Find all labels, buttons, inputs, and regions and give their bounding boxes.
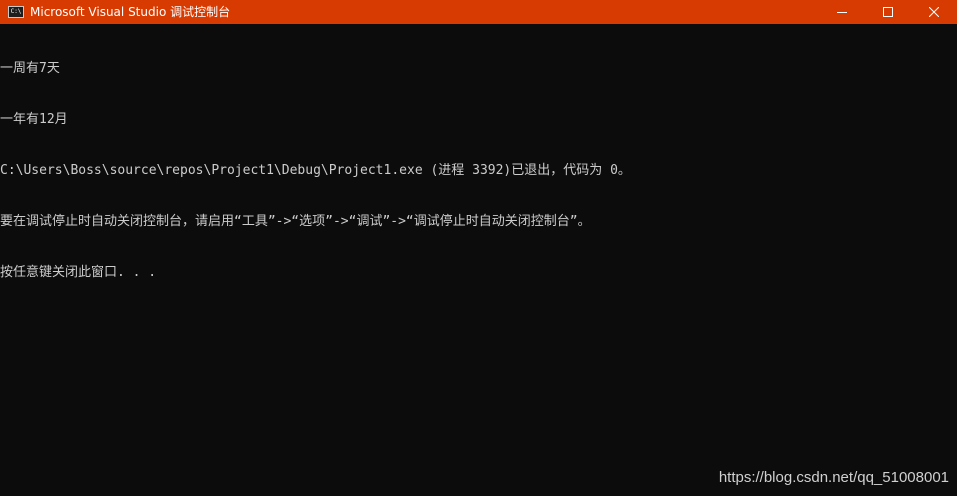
console-line: 按任意键关闭此窗口. . . — [0, 265, 157, 280]
console-output[interactable]: 一周有7天 一年有12月 C:\Users\Boss\source\repos\… — [0, 26, 957, 315]
close-button[interactable] — [911, 0, 957, 24]
console-window: C:\ Microsoft Visual Studio 调试控制台 一周有7天 … — [0, 0, 957, 496]
console-icon: C:\ — [8, 6, 24, 18]
minimize-button[interactable] — [819, 0, 865, 24]
window-controls — [819, 0, 957, 24]
close-icon — [929, 7, 939, 17]
console-line: 要在调试停止时自动关闭控制台，请启用“工具”->“选项”->“调试”->“调试停… — [0, 214, 591, 229]
minimize-icon — [837, 12, 847, 13]
window-title: Microsoft Visual Studio 调试控制台 — [30, 5, 231, 19]
console-line: 一年有12月 — [0, 112, 68, 127]
console-line: C:\Users\Boss\source\repos\Project1\Debu… — [0, 163, 631, 178]
maximize-icon — [883, 7, 893, 17]
maximize-button[interactable] — [865, 0, 911, 24]
console-line: 一周有7天 — [0, 61, 60, 76]
watermark: https://blog.csdn.net/qq_51008001 — [718, 469, 949, 486]
title-bar[interactable]: C:\ Microsoft Visual Studio 调试控制台 — [0, 0, 957, 24]
